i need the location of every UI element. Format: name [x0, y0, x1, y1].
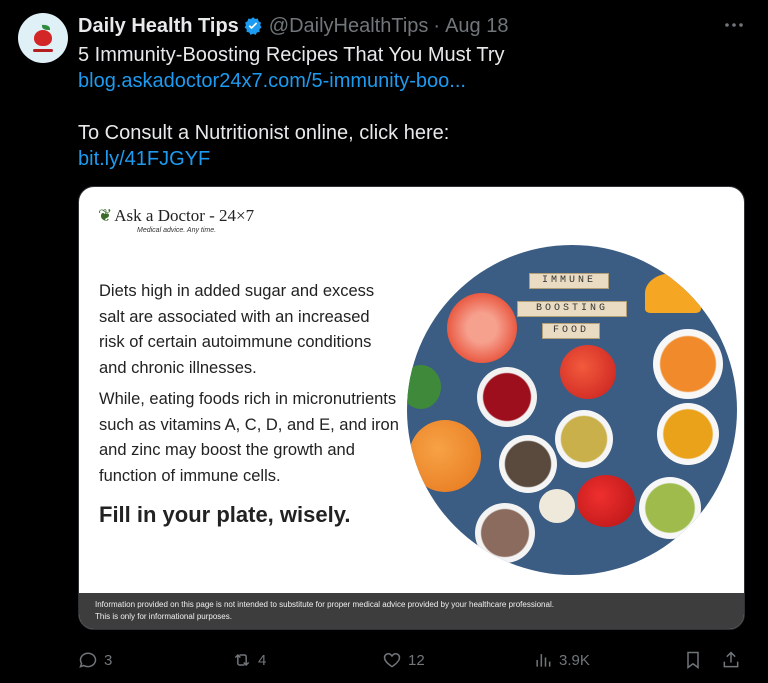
- tweet-title-line: 5 Immunity-Boosting Recipes That You Mus…: [78, 44, 505, 66]
- views-chart-icon: [536, 654, 551, 667]
- views-button[interactable]: 3.9K: [533, 645, 590, 675]
- share-icon: [723, 651, 739, 668]
- disclaimer: Information provided on this page is not…: [79, 593, 744, 629]
- reply-count: 3: [104, 651, 113, 669]
- orange-slice: [645, 273, 701, 313]
- food-image: IMMUNE BOOSTING FOOD: [407, 245, 737, 575]
- more-options-icon[interactable]: [722, 13, 746, 37]
- like-button[interactable]: 12: [382, 645, 425, 675]
- disclaimer-line-1: Information provided on this page is not…: [95, 600, 554, 609]
- media-card[interactable]: ❦ Ask a Doctor - 24×7 Medical advice. Any…: [78, 186, 745, 630]
- bookmark-button[interactable]: [683, 645, 709, 675]
- apple-icon: [34, 30, 52, 46]
- turmeric-bowl: [657, 403, 719, 465]
- paragraph-1: Diets high in added sugar and excess sal…: [99, 282, 375, 377]
- separator-dot: ·: [433, 14, 441, 37]
- tomatoes: [577, 475, 635, 527]
- author-handle[interactable]: @DailyHealthTips: [269, 15, 429, 38]
- repost-icon: [234, 653, 250, 667]
- carrot-bowl: [653, 329, 723, 399]
- heart-icon: [383, 652, 401, 668]
- cocoa-bowl: [475, 503, 535, 563]
- view-count: 3.9K: [559, 651, 590, 669]
- avatar[interactable]: ·····: [18, 13, 68, 63]
- like-count: 12: [408, 651, 425, 669]
- olives-bowl: [639, 477, 701, 539]
- tweet-date[interactable]: Aug 18: [445, 15, 508, 38]
- broccoli: [407, 365, 441, 409]
- avatar-ribbon: [33, 49, 53, 52]
- disclaimer-line-2: This is only for informational purposes.: [95, 612, 232, 621]
- apple: [560, 345, 616, 399]
- reply-icon: [79, 652, 97, 668]
- tile-food: FOOD: [542, 323, 600, 339]
- seeds-bowl: [555, 410, 613, 468]
- slogan: Fill in your plate, wisely.: [99, 502, 351, 527]
- verified-badge-icon: [244, 17, 262, 35]
- share-button[interactable]: [721, 645, 747, 675]
- grapefruit: [447, 293, 517, 363]
- mushroom-bowl: [499, 435, 557, 493]
- tile-boosting: BOOSTING: [517, 301, 627, 317]
- tweet-header: Daily Health Tips @DailyHealthTips · Aug…: [78, 13, 508, 39]
- bookmark-icon: [687, 651, 699, 669]
- repost-count: 4: [258, 651, 267, 669]
- reply-button[interactable]: 3: [78, 645, 112, 675]
- consult-line: To Consult a Nutritionist online, click …: [78, 122, 450, 144]
- tweet-text: 5 Immunity-Boosting Recipes That You Mus…: [78, 42, 718, 172]
- brand-logo: ❦ Ask a Doctor - 24×7: [98, 206, 254, 226]
- orange: [409, 420, 481, 492]
- blog-link[interactable]: blog.askadoctor24x7.com/5-immunity-boo..…: [78, 68, 718, 94]
- paragraph-2: While, eating foods rich in micronutrien…: [99, 390, 399, 485]
- author-name[interactable]: Daily Health Tips: [78, 15, 239, 38]
- leaf-sprig-icon: ❦: [98, 206, 113, 225]
- short-link[interactable]: bit.ly/41FJGYF: [78, 146, 718, 172]
- brand-name: Ask a Doctor - 24×7: [114, 206, 255, 225]
- repost-button[interactable]: 4: [232, 645, 266, 675]
- brand-tagline: Medical advice. Any time.: [137, 227, 217, 234]
- pomegranate-bowl: [477, 367, 537, 427]
- card-body: Diets high in added sugar and excess sal…: [99, 279, 399, 529]
- garlic: [539, 489, 575, 523]
- action-bar: 3 4 12 3.9K: [0, 645, 768, 675]
- tile-immune: IMMUNE: [529, 273, 609, 289]
